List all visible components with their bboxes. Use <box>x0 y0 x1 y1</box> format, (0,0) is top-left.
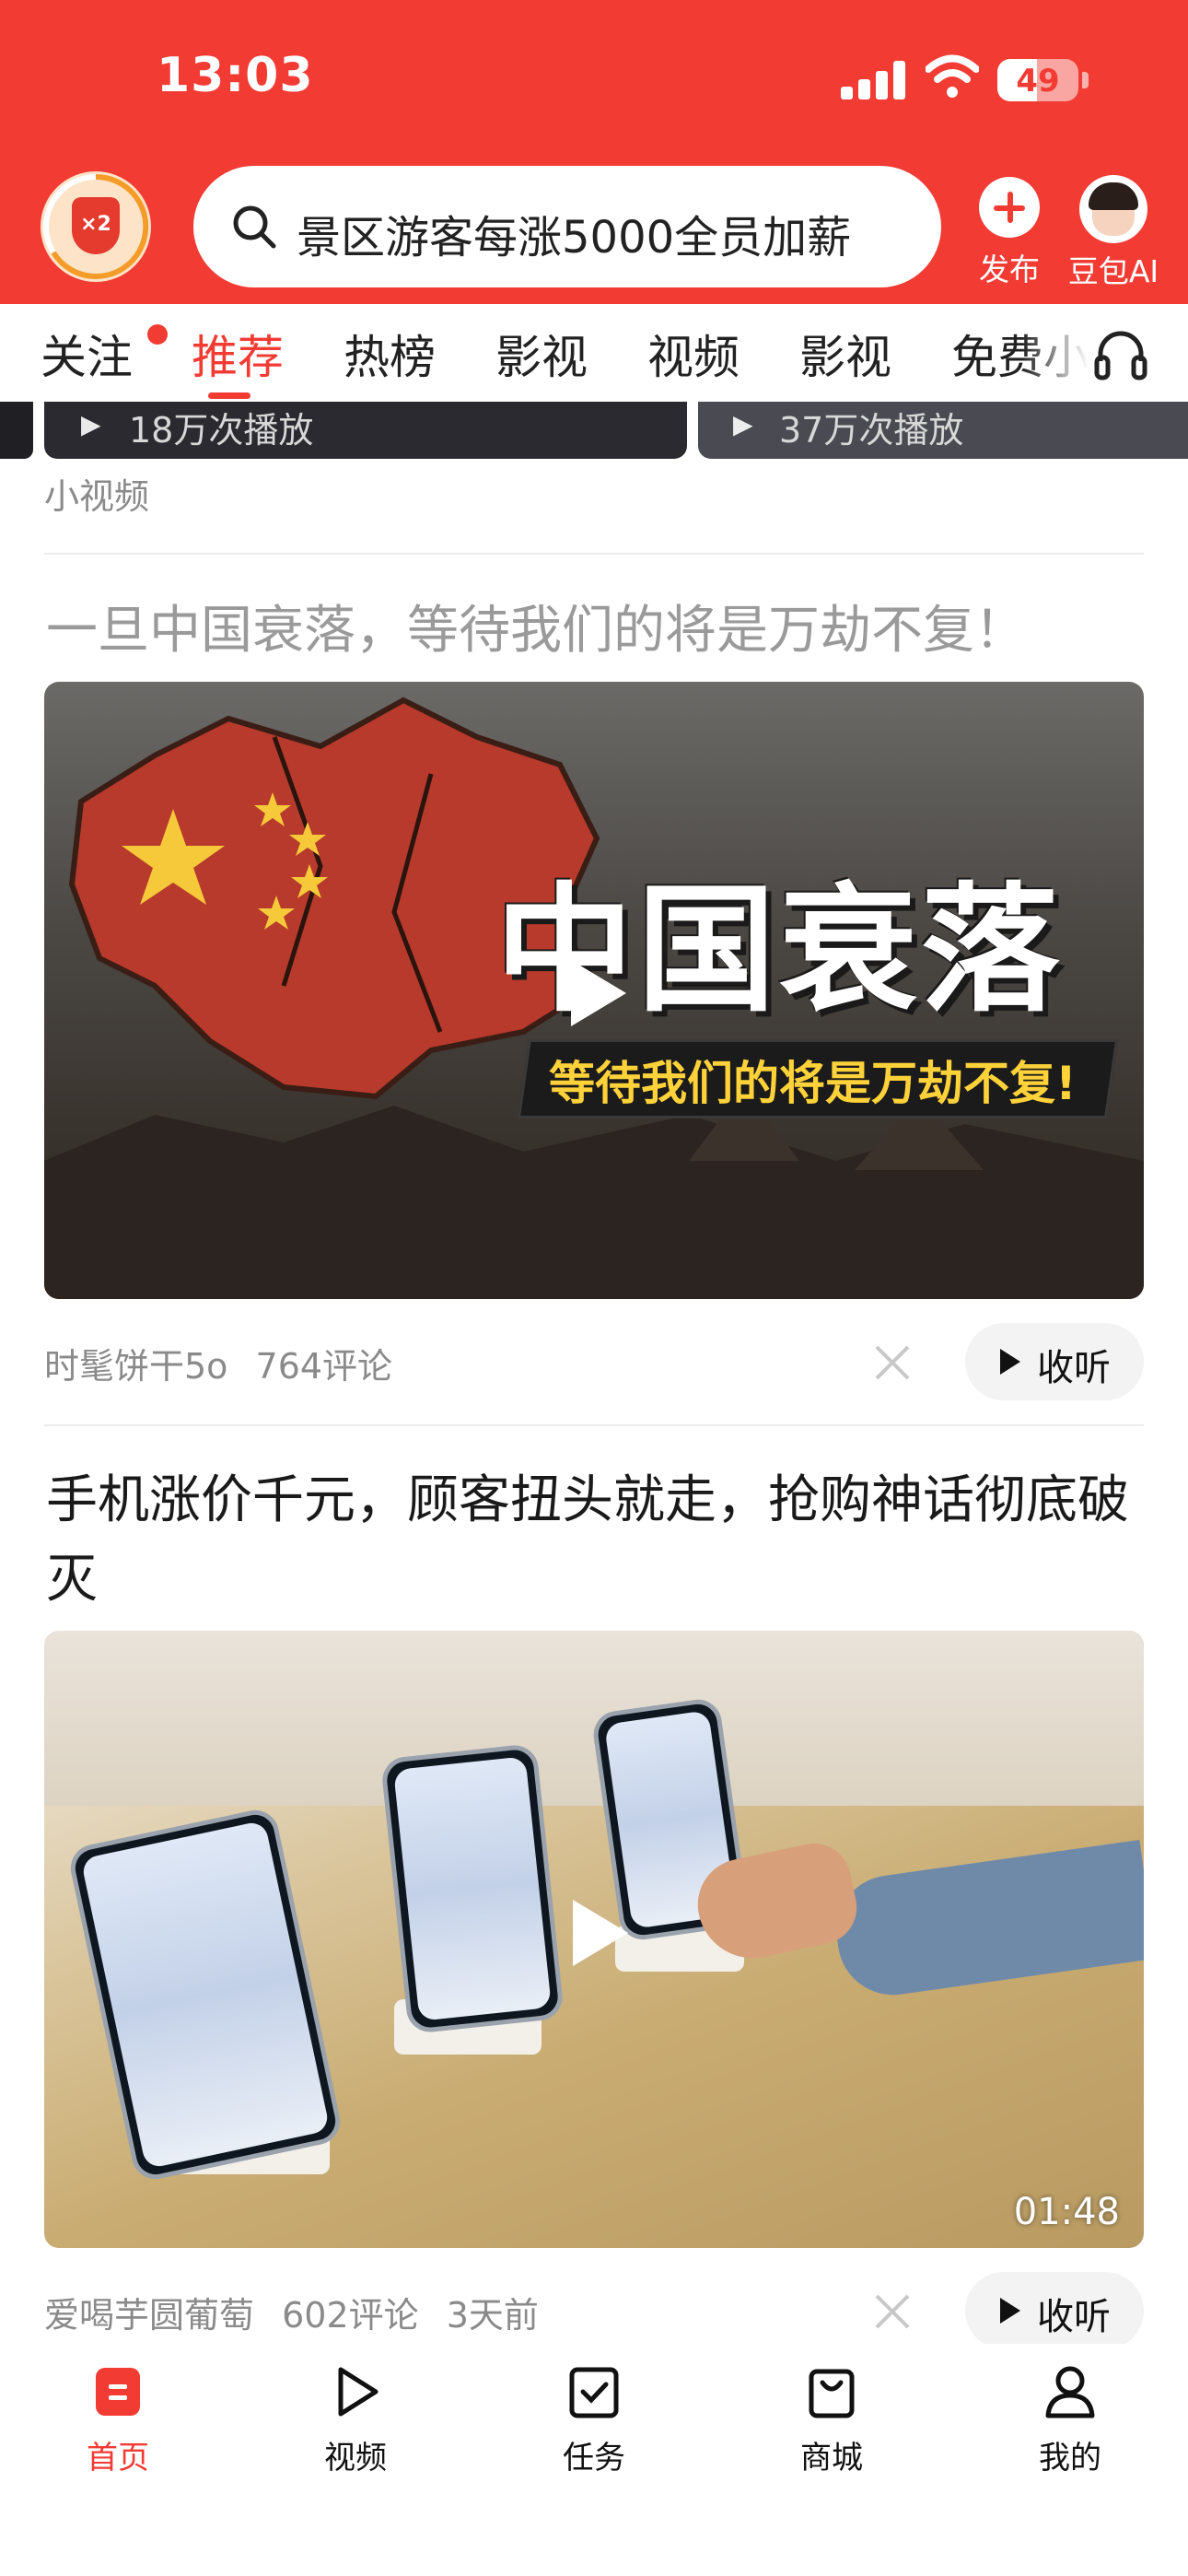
thumbnail-banner-text: 等待我们的将是万劫不复! <box>549 1057 1077 1110</box>
tab-hot-list[interactable]: 热榜 <box>344 321 436 387</box>
listen-label: 收听 <box>1037 2296 1111 2338</box>
divider <box>44 553 1144 555</box>
search-bar[interactable]: 景区游客每涨5000全员加薪 <box>193 166 941 287</box>
article-title[interactable]: 一旦中国衰落，等待我们的将是万劫不复！ <box>46 591 1142 671</box>
listen-label: 收听 <box>1037 1347 1111 1389</box>
task-check-icon <box>569 2367 619 2418</box>
dismiss-icon[interactable] <box>871 1341 914 1384</box>
battery-cap <box>1082 72 1089 88</box>
nav-tasks[interactable]: 任务 <box>520 2362 668 2477</box>
battery-indicator: 49 <box>997 59 1078 101</box>
author-name[interactable]: 爱喝芋圆葡萄 <box>44 2295 254 2336</box>
play-icon <box>571 960 626 1026</box>
video-play-icon <box>338 2367 379 2417</box>
nav-video[interactable]: 视频 <box>282 2362 429 2477</box>
status-time: 13:03 <box>157 48 314 103</box>
tab-movies-2[interactable]: 影视 <box>799 321 891 387</box>
nav-mall[interactable]: 商城 <box>758 2362 905 2477</box>
article-thumbnail[interactable]: 中国衰落 等待我们的将是万劫不复! <box>44 682 1144 1299</box>
play-icon <box>573 1900 628 1966</box>
phone-product <box>66 1806 344 2184</box>
publish-button[interactable]: 发布 <box>976 177 1042 289</box>
search-icon <box>233 205 276 249</box>
battery-percent: 49 <box>1016 63 1060 100</box>
tab-movies[interactable]: 影视 <box>495 321 588 387</box>
shield-icon: ×2 <box>72 197 120 254</box>
article-title[interactable]: 手机涨价千元，顾客扭头就走，抢购神话彻底破灭 <box>46 1461 1142 1620</box>
video-duration: 01:48 <box>1013 2191 1120 2233</box>
channel-tab-bar: 关注 推荐 热榜 影视 视频 影视 免费小 <box>0 304 1188 402</box>
news-feed[interactable]: ▶ 18万次播放 ▶ 37万次播放 小视频 一旦中国衰落，等待我们的将是万劫不复… <box>0 402 1188 2344</box>
article-meta: 爱喝芋圆葡萄 602评论 3天前 <box>44 2287 539 2337</box>
home-icon <box>96 2368 140 2416</box>
search-suggestion-text: 景区游客每涨5000全员加薪 <box>297 212 852 263</box>
comment-count: 602评论 <box>282 2295 419 2336</box>
plus-icon <box>979 177 1040 238</box>
author-name[interactable]: 时髦饼干5o <box>44 1346 227 1387</box>
doubao-label: 豆包AI <box>1067 253 1159 289</box>
short-video-card[interactable] <box>0 402 33 459</box>
active-tab-indicator <box>208 392 250 399</box>
tab-follow[interactable]: 关注 <box>41 321 133 387</box>
bottom-navigation: 首页 视频 任务 商城 我的 <box>0 2344 1188 2576</box>
display-shelf <box>44 1631 1144 1806</box>
nav-home[interactable]: 首页 <box>44 2362 192 2477</box>
cellular-signal-icon <box>841 61 907 100</box>
comment-count: 764评论 <box>255 1346 393 1387</box>
unread-dot <box>147 324 168 345</box>
nav-label: 视频 <box>324 2440 387 2476</box>
play-icon: ▶ <box>81 409 101 439</box>
divider <box>44 1424 1144 1426</box>
app-header: 13:03 49 ×2 景区游客每涨5000全员加薪 发布 豆包AI <box>0 0 1188 304</box>
wifi-icon <box>926 54 979 98</box>
shop-bag-icon <box>809 2369 855 2418</box>
reward-badge-button[interactable]: ×2 <box>41 171 151 282</box>
nav-label: 首页 <box>87 2440 149 2476</box>
play-icon <box>1000 2298 1020 2324</box>
video-thumbnail[interactable]: 01:48 <box>44 1631 1144 2248</box>
dismiss-icon[interactable] <box>871 2290 914 2333</box>
short-video-card[interactable]: ▶ 37万次播放 <box>698 402 1188 459</box>
nav-label: 任务 <box>563 2440 625 2476</box>
tab-recommend[interactable]: 推荐 <box>192 321 284 387</box>
publish-label: 发布 <box>979 252 1040 287</box>
customer-arm <box>829 1839 1144 2003</box>
play-icon: ▶ <box>733 409 753 439</box>
publish-time: 3天前 <box>446 2295 539 2336</box>
view-count: 37万次播放 <box>779 410 964 451</box>
profile-icon <box>1045 2366 1095 2418</box>
phone-product <box>379 1742 565 2035</box>
listen-button[interactable]: 收听 <box>965 2272 1144 2344</box>
play-icon <box>1000 1349 1020 1375</box>
doubao-avatar-icon <box>1079 175 1147 243</box>
headphones-icon[interactable] <box>1091 324 1150 383</box>
article-meta: 时髦饼干5o 764评论 <box>44 1338 392 1388</box>
nav-label: 商城 <box>800 2440 863 2476</box>
listen-button[interactable]: 收听 <box>965 1323 1144 1400</box>
view-count: 18万次播放 <box>129 410 314 451</box>
doubao-ai-button[interactable]: 豆包AI <box>1063 175 1164 291</box>
nav-label: 我的 <box>1039 2440 1101 2476</box>
short-video-card[interactable]: ▶ 18万次播放 <box>44 402 687 459</box>
nav-profile[interactable]: 我的 <box>996 2362 1144 2477</box>
section-label: 小视频 <box>44 476 150 517</box>
tab-videos[interactable]: 视频 <box>647 321 740 387</box>
